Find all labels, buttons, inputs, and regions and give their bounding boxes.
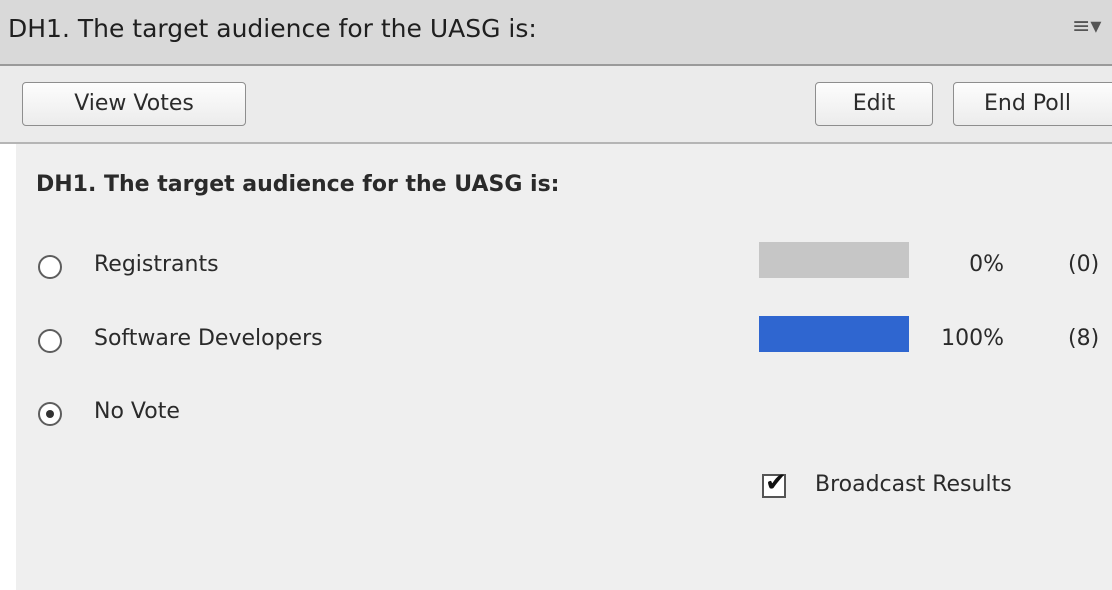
radio-button[interactable] bbox=[38, 329, 62, 353]
poll-title-bar: DH1. The target audience for the UASG is… bbox=[0, 0, 1112, 66]
result-percent: 0% bbox=[969, 252, 1004, 277]
result-percent: 100% bbox=[941, 326, 1004, 351]
answer-row-software-developers: Software Developers 100% (8) bbox=[16, 316, 1112, 364]
poll-pod: DH1. The target audience for the UASG is… bbox=[0, 0, 1112, 590]
checkmark-icon: ✔ bbox=[765, 468, 787, 498]
answer-row-registrants: Registrants 0% (0) bbox=[16, 242, 1112, 290]
view-votes-button[interactable]: View Votes bbox=[22, 82, 246, 126]
broadcast-checkbox[interactable]: ✔ bbox=[762, 468, 787, 498]
result-count: (8) bbox=[1068, 326, 1100, 351]
poll-title: DH1. The target audience for the UASG is… bbox=[8, 14, 537, 43]
result-bar bbox=[759, 242, 909, 278]
radio-selected-dot bbox=[46, 410, 54, 418]
answer-label: No Vote bbox=[94, 399, 180, 424]
result-bar-fill bbox=[759, 316, 909, 352]
result-count: (0) bbox=[1068, 252, 1100, 277]
poll-content: DH1. The target audience for the UASG is… bbox=[16, 144, 1112, 590]
result-bar-fill bbox=[759, 242, 909, 278]
answer-label: Software Developers bbox=[94, 326, 323, 351]
edit-button[interactable]: Edit bbox=[815, 82, 933, 126]
broadcast-label: Broadcast Results bbox=[815, 472, 1012, 497]
answer-row-no-vote: No Vote bbox=[16, 397, 1112, 437]
result-bar bbox=[759, 316, 909, 352]
radio-button[interactable] bbox=[38, 402, 62, 426]
answer-label: Registrants bbox=[94, 252, 219, 277]
poll-question: DH1. The target audience for the UASG is… bbox=[36, 172, 560, 197]
broadcast-results-toggle[interactable]: ✔ Broadcast Results bbox=[760, 468, 1090, 504]
pod-menu-icon[interactable]: ≡▾ bbox=[1072, 14, 1101, 39]
poll-toolbar: View Votes Edit End Poll bbox=[0, 66, 1112, 144]
end-poll-button[interactable]: End Poll bbox=[953, 82, 1112, 126]
radio-button[interactable] bbox=[38, 255, 62, 279]
